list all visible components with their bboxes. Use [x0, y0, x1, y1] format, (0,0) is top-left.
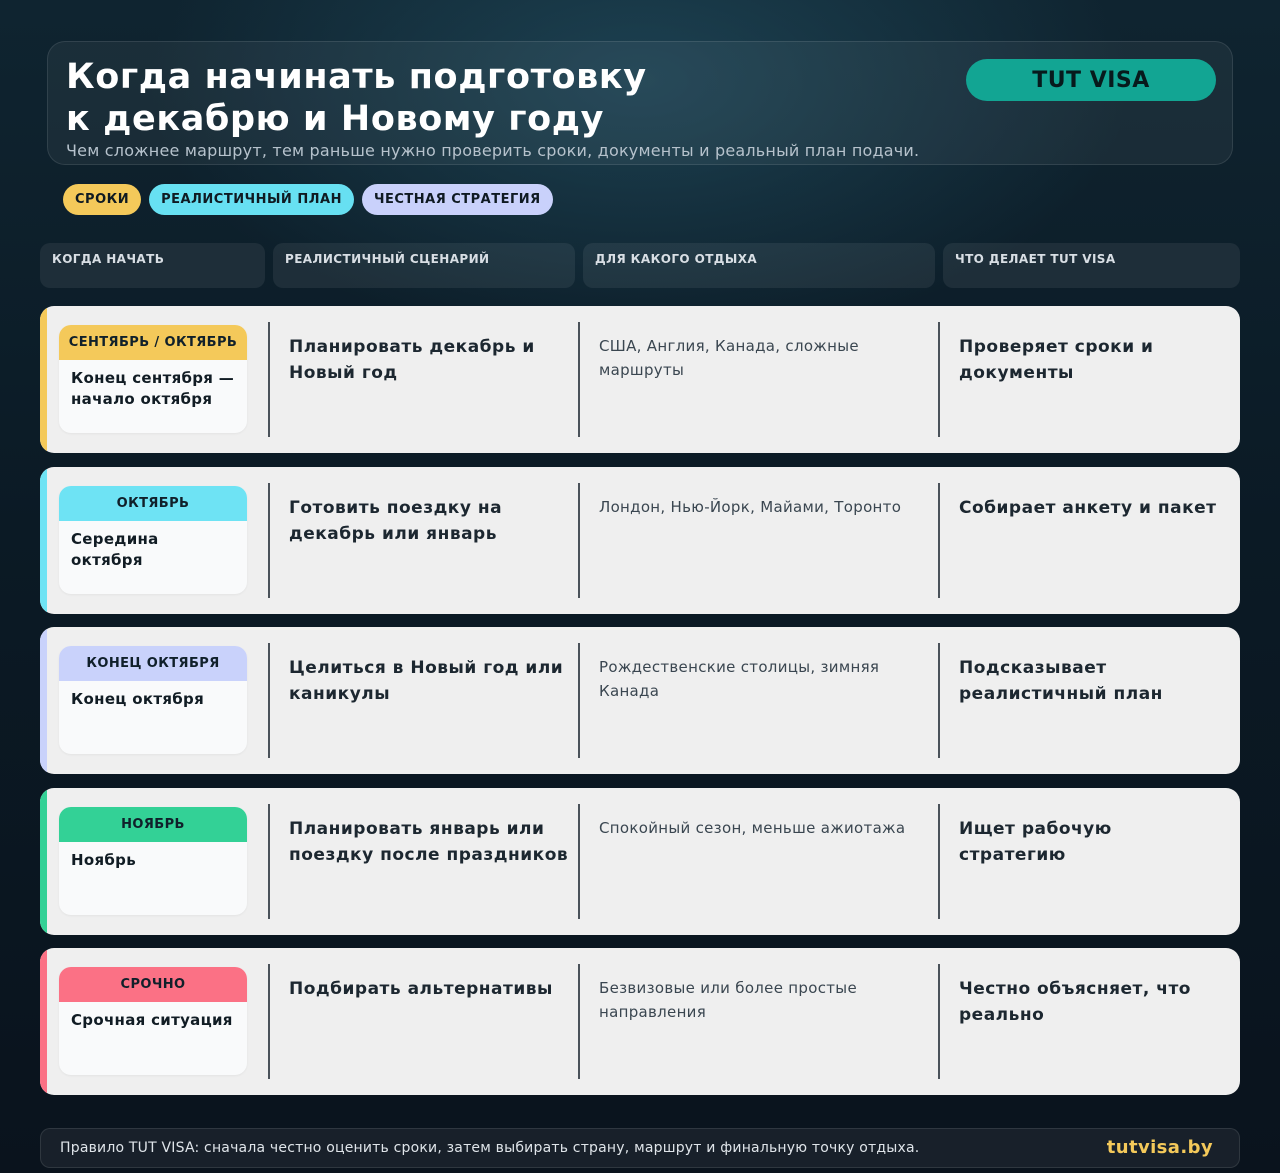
column-divider: [268, 804, 270, 919]
column-divider: [268, 643, 270, 758]
column-divider: [578, 804, 580, 919]
timing-tag: КОНЕЦ ОКТЯБРЯ: [59, 646, 247, 681]
topic-chips: СРОКИ РЕАЛИСТИЧНЫЙ ПЛАН ЧЕСТНАЯ СТРАТЕГИ…: [63, 184, 553, 215]
timing-tag: СРОЧНО: [59, 967, 247, 1002]
page-subtitle: Чем сложнее маршрут, тем раньше нужно пр…: [66, 141, 920, 160]
timing-label: Срочная ситуация: [71, 1011, 233, 1029]
timing-label: Ноябрь: [71, 851, 136, 869]
column-header-when: КОГДА НАЧАТЬ: [40, 243, 265, 288]
timing-card: КОНЕЦ ОКТЯБРЯ Конец октября: [59, 646, 247, 754]
column-divider: [268, 483, 270, 598]
timing-label: Конец сентября — начало октября: [71, 369, 235, 408]
timing-card: СЕНТЯБРЬ / ОКТЯБРЬ Конец сентября — нача…: [59, 325, 247, 433]
header-panel: Когда начинать подготовку к декабрю и Но…: [47, 41, 1233, 165]
destinations-text: Рождественские столицы, зимняя Канада: [599, 658, 880, 700]
action-text: Ищет рабочую стратегию: [959, 819, 1112, 865]
action-text: Проверяет сроки и документы: [959, 337, 1154, 383]
row-accent-bar: [40, 627, 47, 774]
table-row: НОЯБРЬ Ноябрь Планировать январь или пое…: [40, 788, 1240, 935]
chip-deadlines: СРОКИ: [63, 184, 142, 215]
scenario-text: Подбирать альтернативы: [289, 979, 553, 999]
column-header-action: ЧТО ДЕЛАЕТ TUT VISA: [943, 243, 1240, 288]
chip-honest-strategy: ЧЕСТНАЯ СТРАТЕГИЯ: [361, 184, 553, 215]
action-text: Подсказывает реалистичный план: [959, 658, 1163, 704]
timing-tag: НОЯБРЬ: [59, 807, 247, 842]
column-divider: [938, 964, 940, 1079]
column-header-destinations: ДЛЯ КАКОГО ОТДЫХА: [583, 243, 935, 288]
destinations-text: Безвизовые или более простые направления: [599, 979, 857, 1021]
scenario-text: Готовить поездку на декабрь или январь: [289, 498, 503, 544]
timing-card: СРОЧНО Срочная ситуация: [59, 967, 247, 1075]
page-title: Когда начинать подготовку к декабрю и Но…: [66, 57, 647, 139]
column-divider: [578, 322, 580, 437]
timing-card: НОЯБРЬ Ноябрь: [59, 807, 247, 915]
column-divider: [268, 964, 270, 1079]
table-row: ОКТЯБРЬ Середина октября Готовить поездк…: [40, 467, 1240, 614]
brand-badge[interactable]: TUT VISA: [966, 59, 1216, 101]
column-divider: [578, 643, 580, 758]
destinations-text: США, Англия, Канада, сложные маршруты: [599, 337, 859, 379]
row-accent-bar: [40, 948, 47, 1095]
website-link[interactable]: tutvisa.by: [1107, 1137, 1213, 1158]
table-row: КОНЕЦ ОКТЯБРЯ Конец октября Целиться в Н…: [40, 627, 1240, 774]
timing-tag: ОКТЯБРЬ: [59, 486, 247, 521]
scenario-text: Планировать декабрь и Новый год: [289, 337, 535, 383]
timing-tag: СЕНТЯБРЬ / ОКТЯБРЬ: [59, 325, 247, 360]
column-divider: [938, 804, 940, 919]
action-text: Честно объясняет, что реально: [959, 979, 1191, 1025]
destinations-text: Лондон, Нью-Йорк, Майами, Торонто: [599, 498, 902, 516]
footer-rule-text: Правило TUT VISA: сначала честно оценить…: [60, 1140, 920, 1156]
timing-label: Конец октября: [71, 690, 204, 708]
column-divider: [268, 322, 270, 437]
column-divider: [938, 643, 940, 758]
table-row: СЕНТЯБРЬ / ОКТЯБРЬ Конец сентября — нача…: [40, 306, 1240, 453]
footer-bar: Правило TUT VISA: сначала честно оценить…: [40, 1128, 1240, 1168]
chip-realistic-plan: РЕАЛИСТИЧНЫЙ ПЛАН: [149, 184, 354, 215]
row-accent-bar: [40, 306, 47, 453]
scenario-text: Целиться в Новый год или каникулы: [289, 658, 564, 704]
row-accent-bar: [40, 788, 47, 935]
row-accent-bar: [40, 467, 47, 614]
timing-label: Середина октября: [71, 530, 159, 569]
destinations-text: Спокойный сезон, меньше ажиотажа: [599, 819, 906, 837]
scenario-text: Планировать январь или поездку после пра…: [289, 819, 569, 865]
column-divider: [578, 964, 580, 1079]
action-text: Собирает анкету и пакет: [959, 498, 1217, 518]
column-header-scenario: РЕАЛИСТИЧНЫЙ СЦЕНАРИЙ: [273, 243, 575, 288]
timing-card: ОКТЯБРЬ Середина октября: [59, 486, 247, 594]
table-row: СРОЧНО Срочная ситуация Подбирать альтер…: [40, 948, 1240, 1095]
column-divider: [938, 483, 940, 598]
column-divider: [578, 483, 580, 598]
column-divider: [938, 322, 940, 437]
